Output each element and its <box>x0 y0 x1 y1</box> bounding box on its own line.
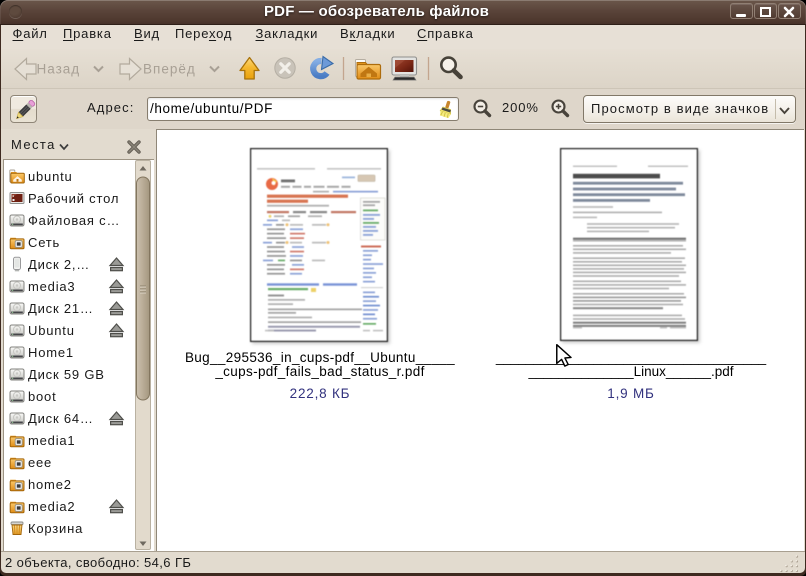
svg-text:Вперёд: Вперёд <box>143 62 196 77</box>
svg-text:Назад: Назад <box>37 62 81 77</box>
